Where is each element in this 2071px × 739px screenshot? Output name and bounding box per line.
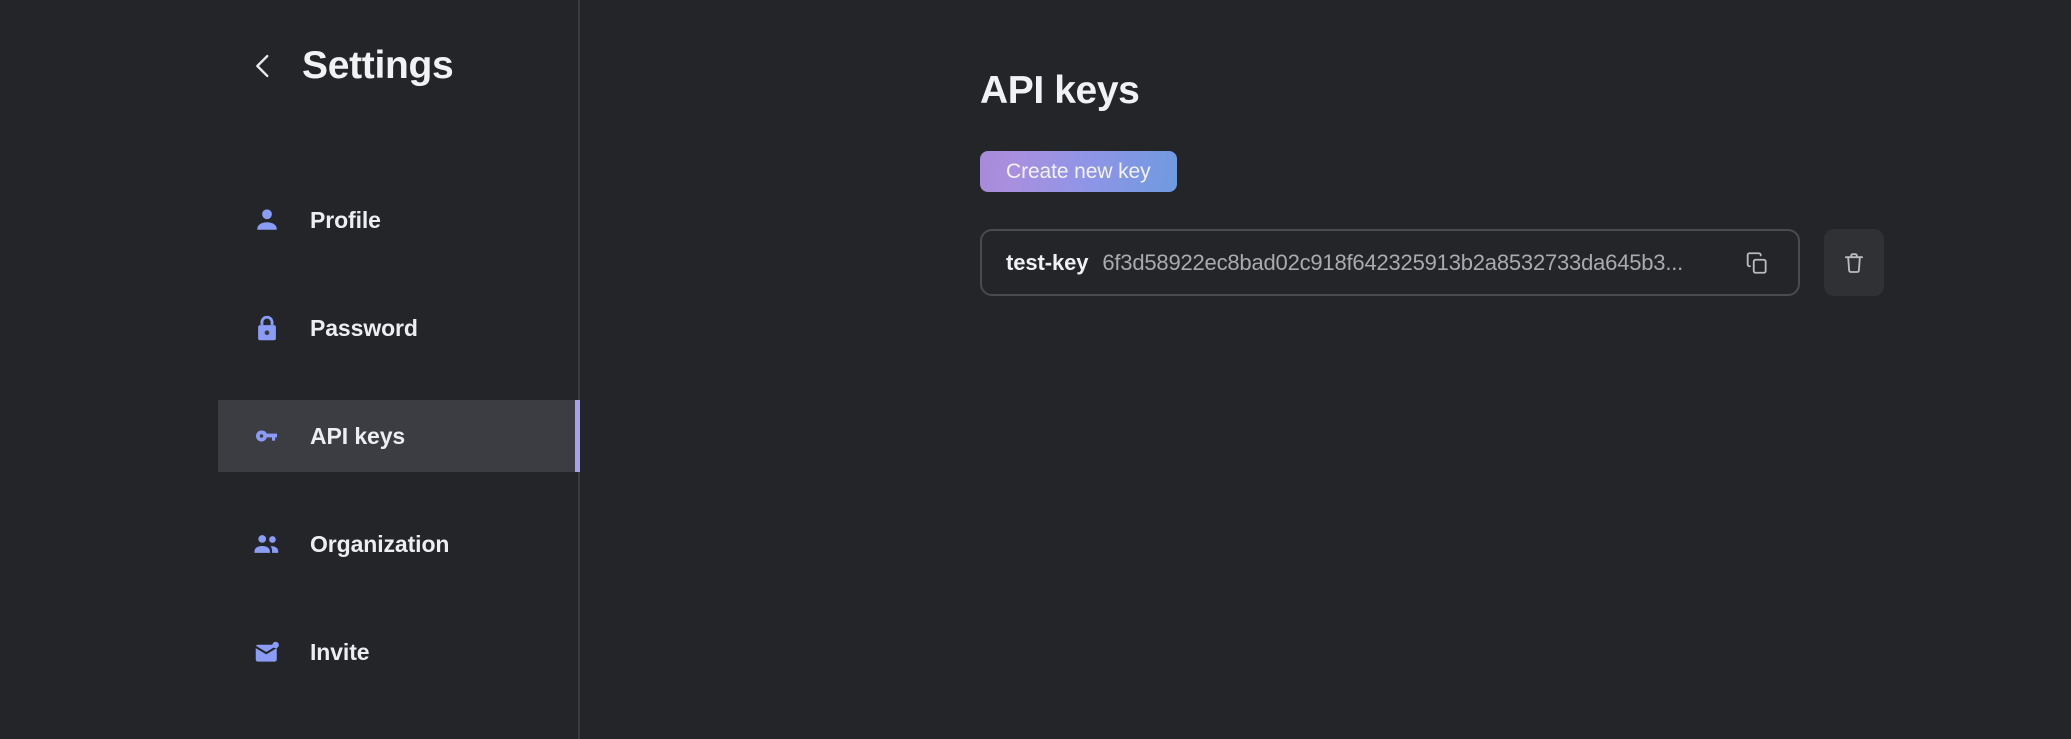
person-icon (250, 203, 284, 237)
api-key-value: 6f3d58922ec8bad02c918f642325913b2a853273… (1102, 249, 1684, 275)
sidebar-item-invite[interactable]: Invite (218, 616, 578, 688)
delete-api-key-button[interactable] (1824, 229, 1884, 296)
sidebar-item-pricing[interactable]: Pricing (218, 724, 578, 739)
api-key-name: test-key (1006, 249, 1089, 275)
sidebar-item-organization[interactable]: Organization (218, 508, 578, 580)
sidebar-item-api-keys[interactable]: API keys (218, 400, 580, 472)
create-new-key-button[interactable]: Create new key (980, 151, 1177, 192)
lock-icon (250, 311, 284, 345)
sidebar-item-label: Profile (310, 207, 381, 233)
sidebar-item-label: Password (310, 315, 418, 341)
mail-add-icon (250, 635, 284, 669)
settings-page: Settings Profile Password API keys Organ… (0, 0, 2071, 739)
sidebar-item-label: API keys (310, 423, 406, 449)
page-title-api-keys: API keys (980, 69, 1140, 112)
people-group-icon (250, 527, 284, 561)
sidebar-item-label: Organization (310, 531, 450, 557)
page-title-settings: Settings (302, 44, 454, 87)
sidebar-header: Settings (0, 0, 578, 87)
settings-sidebar: Settings Profile Password API keys Organ… (0, 0, 580, 739)
sidebar-item-label: Invite (310, 639, 370, 665)
copy-api-key-button[interactable] (1736, 242, 1778, 284)
sidebar-nav: Profile Password API keys Organization I… (0, 184, 580, 739)
api-key-row: test-key 6f3d58922ec8bad02c918f642325913… (980, 229, 1800, 296)
main-content: API keys Create new key test-key 6f3d589… (580, 0, 2071, 739)
chevron-left-icon[interactable] (246, 49, 280, 83)
sidebar-item-password[interactable]: Password (218, 292, 578, 364)
api-keys-list: test-key 6f3d58922ec8bad02c918f642325913… (980, 229, 2071, 296)
sidebar-item-profile[interactable]: Profile (218, 184, 578, 256)
key-icon (250, 419, 284, 453)
